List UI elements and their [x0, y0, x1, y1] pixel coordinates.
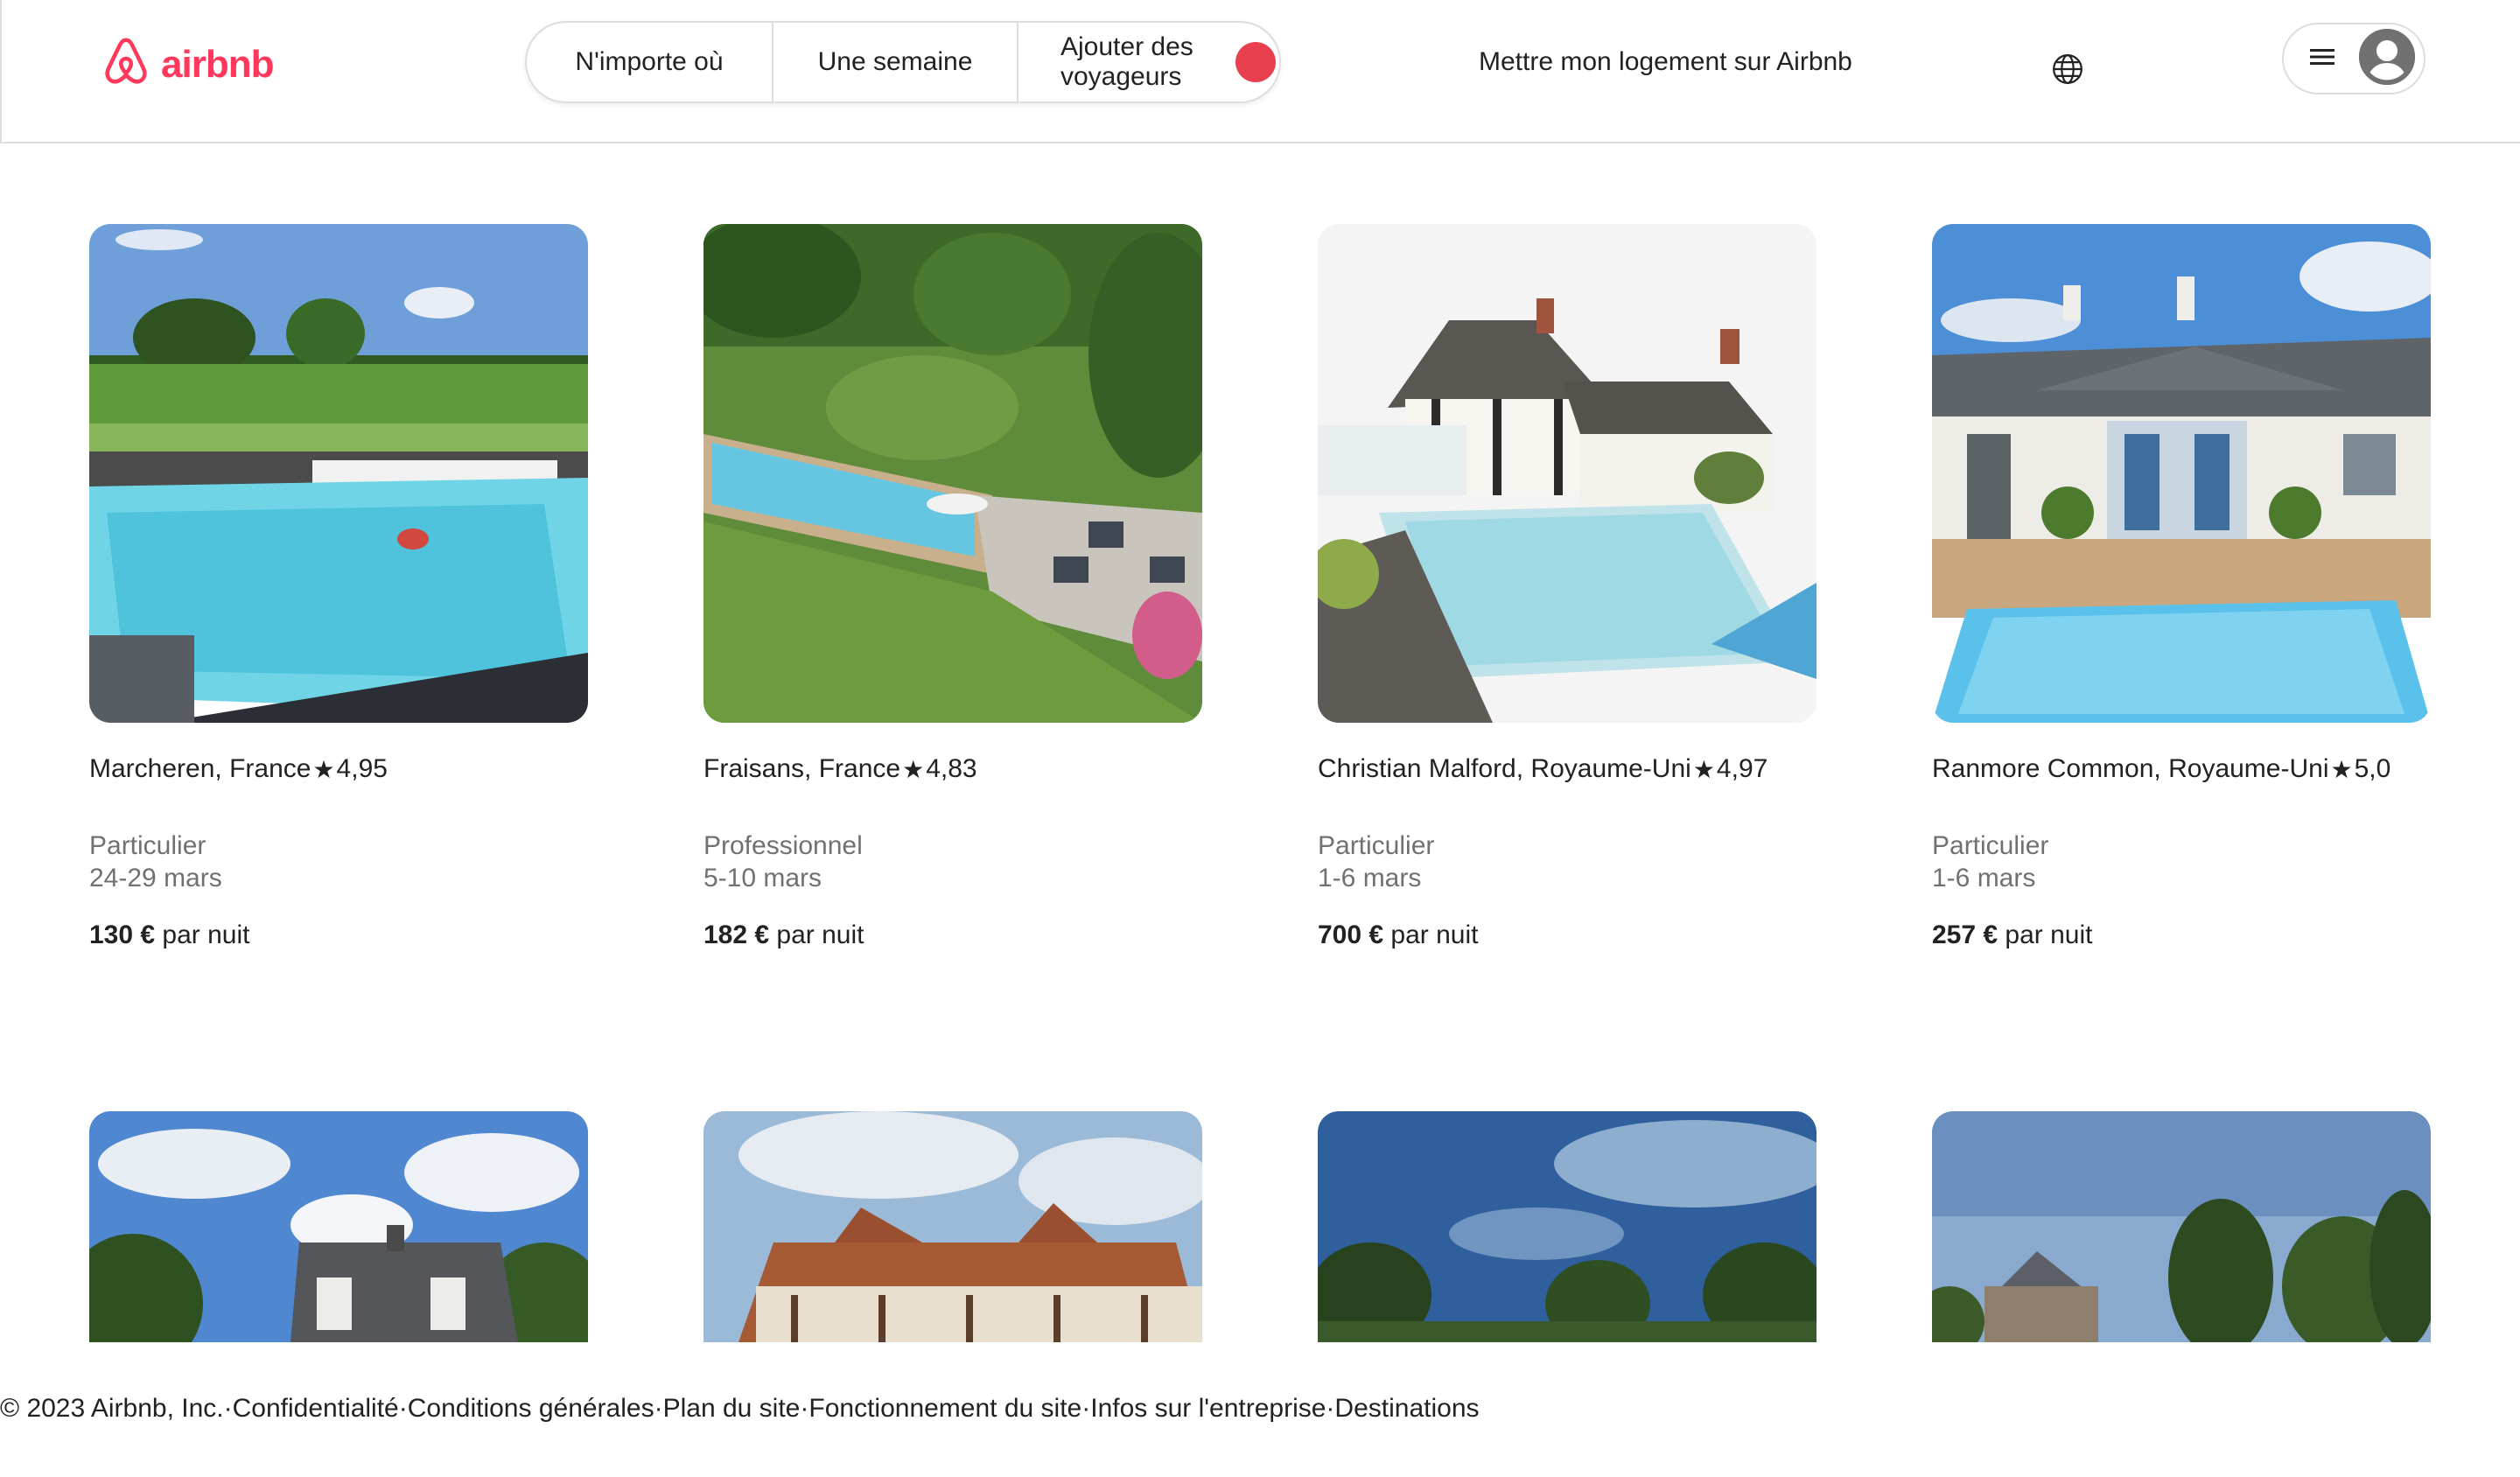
listing-rating: 5,0 — [2354, 754, 2391, 783]
listing-location: Christian Malford, Royaume-Uni — [1318, 754, 1691, 783]
listing-location: Fraisans, France — [704, 754, 901, 783]
listing-price-amount: 257 € — [1932, 920, 1998, 949]
listing-price-amount: 130 € — [89, 920, 156, 949]
listing-rating: 4,83 — [926, 754, 977, 783]
search-submit-button[interactable] — [1236, 42, 1276, 82]
listing-dates: 1-6 mars — [1932, 864, 2036, 892]
listing-title: Christian Malford, Royaume-Uni ★ 4,97 — [1318, 754, 1816, 784]
listing-dates: 1-6 mars — [1318, 864, 1422, 892]
airbnb-logo-icon — [100, 35, 152, 95]
listing-price: 182 € par nuit — [704, 920, 1202, 950]
become-host-link[interactable]: Mettre mon logement sur Airbnb — [1479, 47, 1852, 77]
listing-host-type: Particulier — [89, 831, 206, 860]
user-menu-button[interactable] — [2282, 23, 2426, 94]
listing-photo-partial[interactable] — [1932, 1111, 2431, 1342]
star-icon: ★ — [1692, 755, 1715, 783]
listing-price-amount: 700 € — [1318, 920, 1384, 949]
listing-location: Ranmore Common, Royaume-Uni — [1932, 754, 2329, 783]
listing-price-suffix: par nuit — [2005, 920, 2093, 949]
footer: © 2023 Airbnb, Inc. · Confidentialité · … — [0, 1394, 1480, 1424]
footer-link-how-it-works[interactable]: Fonctionnement du site — [808, 1394, 1082, 1424]
footer-separator: · — [654, 1394, 663, 1423]
listing-price-suffix: par nuit — [1390, 920, 1479, 949]
listing-photo[interactable] — [89, 224, 588, 723]
listing-photo-partial[interactable] — [704, 1111, 1202, 1342]
listing-photo[interactable] — [704, 224, 1202, 723]
listing-rating: 4,97 — [1716, 754, 1768, 783]
listing-host-type: Professionnel — [704, 831, 863, 860]
search-guests-button[interactable]: Ajouter des voyageurs — [1018, 23, 1279, 102]
footer-link-company-info[interactable]: Infos sur l'entreprise — [1090, 1394, 1326, 1424]
footer-separator: · — [1326, 1394, 1335, 1423]
listing-card[interactable]: Christian Malford, Royaume-Uni ★ 4,97 Pa… — [1318, 224, 1816, 950]
footer-separator: · — [800, 1394, 809, 1423]
guests-label: Ajouter des voyageurs — [1060, 32, 1194, 91]
listing-rating: 4,95 — [336, 754, 388, 783]
hamburger-icon — [2308, 46, 2336, 72]
listing-price-suffix: par nuit — [162, 920, 250, 949]
listing-card[interactable]: Marcheren, France ★ 4,95 Particulier 24-… — [89, 224, 588, 950]
footer-link-terms[interactable]: Conditions générales — [408, 1394, 654, 1424]
top-header: airbnb N'importe où Une semaine Ajouter … — [0, 0, 2520, 144]
search-week-button[interactable]: Une semaine — [774, 23, 1018, 102]
star-icon: ★ — [2330, 755, 2353, 783]
listing-photo-partial[interactable] — [1318, 1111, 1816, 1342]
listing-price: 700 € par nuit — [1318, 920, 1816, 950]
listing-card[interactable]: Ranmore Common, Royaume-Uni ★ 5,0 Partic… — [1932, 224, 2431, 950]
footer-link-destinations[interactable]: Destinations — [1334, 1394, 1479, 1424]
globe-icon[interactable] — [2051, 52, 2084, 86]
listing-dates: 24-29 mars — [89, 864, 222, 892]
logo-text: airbnb — [161, 43, 274, 86]
listing-host-type: Particulier — [1932, 831, 2049, 860]
listing-photo-partial[interactable] — [89, 1111, 588, 1342]
footer-link-sitemap[interactable]: Plan du site — [663, 1394, 801, 1424]
listing-price-suffix: par nuit — [776, 920, 864, 949]
listing-price: 130 € par nuit — [89, 920, 588, 950]
avatar-icon — [2358, 28, 2416, 89]
listing-card[interactable]: Fraisans, France ★ 4,83 Professionnel 5-… — [704, 224, 1202, 950]
listing-location: Marcheren, France — [89, 754, 312, 783]
footer-separator: · — [398, 1394, 408, 1423]
listing-price-amount: 182 € — [704, 920, 770, 949]
listing-photo[interactable] — [1932, 224, 2431, 723]
listing-title: Fraisans, France ★ 4,83 — [704, 754, 1202, 784]
airbnb-logo[interactable]: airbnb — [100, 35, 274, 95]
search-anywhere-button[interactable]: N'importe où — [527, 23, 774, 102]
footer-separator: · — [223, 1394, 233, 1423]
star-icon: ★ — [312, 755, 335, 783]
search-bar[interactable]: N'importe où Une semaine Ajouter des voy… — [525, 21, 1281, 103]
listing-dates: 5-10 mars — [704, 864, 822, 892]
listing-title: Marcheren, France ★ 4,95 — [89, 754, 588, 784]
footer-link-privacy[interactable]: Confidentialité — [233, 1394, 399, 1424]
listing-price: 257 € par nuit — [1932, 920, 2431, 950]
star-icon: ★ — [902, 755, 925, 783]
listing-photo[interactable] — [1318, 224, 1816, 723]
footer-copyright: © 2023 Airbnb, Inc. — [0, 1394, 224, 1423]
footer-separator: · — [1082, 1394, 1091, 1423]
listing-host-type: Particulier — [1318, 831, 1435, 860]
listing-title: Ranmore Common, Royaume-Uni ★ 5,0 — [1932, 754, 2431, 784]
